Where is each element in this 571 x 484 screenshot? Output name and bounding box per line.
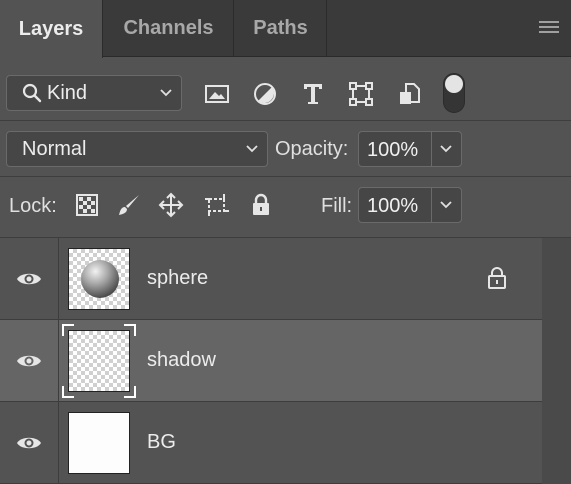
layer-thumbnail[interactable]: [68, 248, 130, 310]
filter-kind-label: Kind: [47, 81, 88, 104]
panel-tab-bar: Layers Channels Paths: [0, 0, 571, 58]
layer-name[interactable]: BG: [147, 431, 176, 454]
fill-value[interactable]: 100%: [367, 195, 418, 218]
visibility-toggle[interactable]: [0, 238, 59, 320]
search-icon: [22, 83, 42, 103]
panel-menu-icon[interactable]: [539, 21, 559, 35]
layer-row-bg[interactable]: BG: [0, 402, 542, 484]
layer-row-shadow[interactable]: shadow: [0, 320, 542, 402]
visibility-toggle[interactable]: [0, 320, 59, 402]
image-filter-icon[interactable]: [203, 80, 231, 108]
tab-layers[interactable]: Layers: [0, 0, 103, 58]
tab-paths[interactable]: Paths: [235, 0, 327, 57]
field-separator: [431, 188, 432, 222]
chevron-down-icon[interactable]: [439, 142, 453, 156]
eye-icon[interactable]: [16, 352, 42, 370]
smart-object-filter-icon[interactable]: [395, 80, 423, 108]
lock-label: Lock:: [9, 195, 57, 217]
layer-row-sphere[interactable]: sphere: [0, 238, 542, 320]
filter-toggle-switch[interactable]: [443, 73, 465, 113]
lock-all-icon[interactable]: [248, 192, 274, 218]
thumbnail-selection-corner: [124, 324, 136, 336]
lock-position-move-icon[interactable]: [158, 192, 184, 218]
shape-filter-icon[interactable]: [347, 80, 375, 108]
layer-thumbnail[interactable]: [68, 330, 130, 392]
tab-channels[interactable]: Channels: [104, 0, 234, 57]
lock-artboard-icon[interactable]: [204, 192, 230, 218]
opacity-value[interactable]: 100%: [367, 139, 418, 162]
layer-name[interactable]: sphere: [147, 267, 208, 290]
visibility-toggle[interactable]: [0, 402, 59, 484]
type-filter-icon[interactable]: [299, 80, 327, 108]
lock-transparent-pixels-icon[interactable]: [74, 192, 100, 218]
lock-image-pixels-brush-icon[interactable]: [116, 192, 142, 218]
layer-thumbnail[interactable]: [68, 412, 130, 474]
scrollbar-track[interactable]: [542, 238, 571, 484]
sphere-image: [81, 260, 119, 298]
lock-icon: [488, 267, 506, 289]
filter-kind-dropdown[interactable]: Kind: [6, 75, 182, 111]
layers-list: sphere shadow BG: [0, 238, 542, 484]
thumbnail-selection-corner: [62, 386, 74, 398]
divider: [0, 120, 571, 121]
blend-mode-dropdown[interactable]: Normal: [6, 131, 268, 167]
eye-icon[interactable]: [16, 434, 42, 452]
chevron-down-icon[interactable]: [439, 198, 453, 212]
thumbnail-selection-corner: [124, 386, 136, 398]
divider: [0, 176, 571, 177]
thumbnail-selection-corner: [62, 324, 74, 336]
layer-name[interactable]: shadow: [147, 349, 216, 372]
opacity-label: Opacity:: [275, 138, 349, 160]
fill-field[interactable]: 100%: [358, 187, 462, 223]
fill-label: Fill:: [321, 195, 353, 217]
field-separator: [431, 132, 432, 166]
toggle-knob: [445, 75, 463, 93]
eye-icon[interactable]: [16, 270, 42, 288]
blend-mode-value: Normal: [22, 137, 87, 160]
chevron-down-icon: [160, 89, 172, 97]
chevron-down-icon: [246, 145, 258, 153]
opacity-field[interactable]: 100%: [358, 131, 462, 167]
adjustment-filter-icon[interactable]: [251, 80, 279, 108]
